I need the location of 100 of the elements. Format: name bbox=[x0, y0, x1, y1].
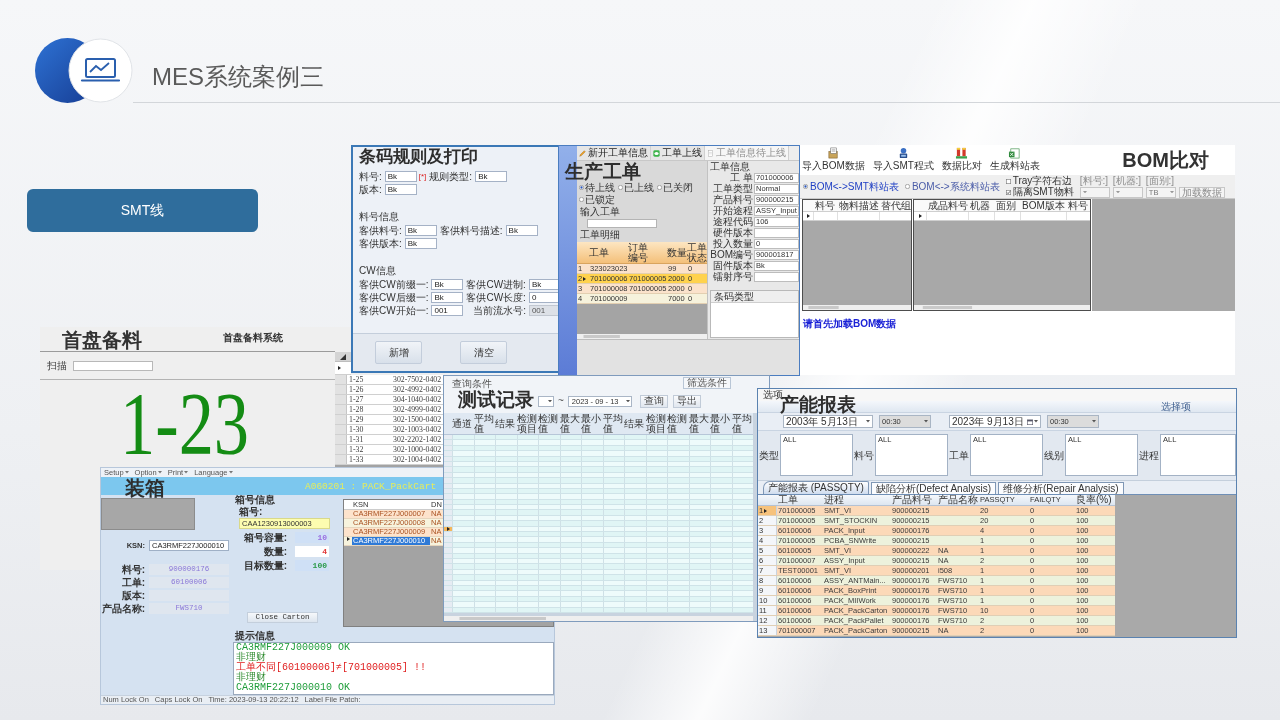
query-button[interactable]: 查询 bbox=[639, 394, 668, 408]
radio-option[interactable]: BOM<->SMT料站表 bbox=[803, 181, 899, 192]
horizontal-scrollbar[interactable] bbox=[914, 305, 1090, 310]
column-header: 工单状态 bbox=[687, 242, 707, 263]
field-label: 版本: bbox=[359, 184, 382, 195]
checkbox-option[interactable]: 隔离SMT物料 bbox=[1005, 187, 1074, 197]
checkbox-option[interactable]: Tray字符右边 bbox=[1005, 176, 1073, 186]
column-header: 物料描述 bbox=[838, 200, 879, 211]
date-picker[interactable]: 2023年 9月13日 bbox=[949, 415, 1041, 428]
table-row[interactable] bbox=[444, 467, 753, 473]
text-field[interactable]: Bk bbox=[404, 225, 437, 236]
toolbar-tab[interactable]: 新开工单信息 bbox=[577, 146, 651, 160]
table-row[interactable] bbox=[444, 494, 753, 500]
form-button[interactable]: 清空 bbox=[460, 341, 507, 364]
dropdown[interactable] bbox=[1079, 186, 1110, 198]
radio-option[interactable]: 已关闭 bbox=[657, 182, 693, 193]
table-row[interactable] bbox=[444, 521, 753, 527]
table-row[interactable] bbox=[803, 212, 911, 221]
column-header: 最小值 bbox=[710, 413, 731, 434]
text-field[interactable]: Bk bbox=[431, 279, 464, 290]
field-label: 线别 bbox=[1044, 450, 1064, 461]
toolbar-button[interactable]: 导入SMT程式 bbox=[872, 147, 934, 171]
field-label: 数量: bbox=[262, 546, 287, 557]
text-field[interactable]: Bk bbox=[384, 171, 417, 182]
field-label: 产品名称: bbox=[101, 603, 145, 614]
section-heading: 料号信息 bbox=[359, 211, 399, 222]
table-row[interactable] bbox=[444, 602, 753, 608]
query-button[interactable]: 导出 bbox=[672, 394, 701, 408]
column-header: BOM版本 bbox=[1021, 200, 1066, 211]
text-field[interactable]: Bk bbox=[431, 292, 464, 303]
field-label: 工单 bbox=[949, 450, 969, 461]
column-header: 替代组 bbox=[880, 200, 911, 211]
filter-button[interactable]: 筛选条件 bbox=[683, 377, 731, 389]
horizontal-scrollbar[interactable] bbox=[803, 305, 911, 310]
table-row[interactable] bbox=[444, 456, 753, 462]
log-line: 非理财 bbox=[236, 653, 266, 663]
caret-icon bbox=[157, 471, 162, 474]
table-row[interactable] bbox=[914, 212, 1090, 221]
date-field[interactable] bbox=[538, 395, 554, 407]
radio-option[interactable]: 已上线 bbox=[618, 182, 654, 193]
form-button[interactable]: 新增 bbox=[375, 341, 422, 364]
text-field[interactable]: 001 bbox=[431, 305, 464, 316]
required-mark: [*] bbox=[418, 172, 427, 181]
field-label: 查询条件 bbox=[452, 379, 492, 389]
horizontal-scrollbar[interactable] bbox=[577, 334, 707, 339]
field-label: 箱号: bbox=[239, 507, 263, 517]
text-field[interactable]: Bk bbox=[384, 184, 417, 195]
horizontal-scrollbar[interactable] bbox=[444, 616, 753, 621]
field-label: 箱号容量: bbox=[242, 532, 287, 543]
production-line-button[interactable]: SMT线 bbox=[27, 189, 258, 232]
dropdown[interactable] bbox=[1112, 186, 1143, 198]
input-field[interactable] bbox=[587, 219, 657, 228]
toolbar-tab[interactable]: 工单上线 bbox=[651, 146, 705, 160]
table-row[interactable] bbox=[444, 548, 753, 554]
tab[interactable]: 产能报表 (PASSQTY) bbox=[763, 481, 869, 494]
log-line: CA3RMF227J000009 OK bbox=[236, 643, 351, 653]
field-label: 客供料号描述: bbox=[439, 225, 503, 236]
toolbar-button[interactable]: 数据比对 bbox=[941, 147, 982, 171]
text-field[interactable]: 0 bbox=[528, 292, 558, 303]
text-field[interactable]: Bk bbox=[404, 238, 437, 249]
column-header: 通道 bbox=[452, 418, 473, 429]
table-row[interactable] bbox=[444, 451, 753, 457]
tab[interactable]: 缺陷分析(Defect Analysis) bbox=[870, 482, 996, 494]
text-field[interactable]: Bk bbox=[505, 225, 538, 236]
text-field[interactable] bbox=[754, 228, 799, 238]
toolbar-button[interactable]: 生成料站表 bbox=[989, 147, 1040, 171]
field-label: 客供CW前缀一: bbox=[359, 279, 429, 290]
field-label: [料号:] bbox=[1079, 175, 1110, 186]
table-row[interactable] bbox=[444, 537, 753, 543]
row-pointer-icon bbox=[918, 214, 922, 218]
table-row[interactable] bbox=[444, 564, 753, 570]
table-row[interactable] bbox=[444, 510, 753, 516]
table-row[interactable] bbox=[444, 440, 753, 446]
table-row[interactable] bbox=[444, 483, 753, 489]
table-row[interactable] bbox=[444, 607, 753, 613]
text-field[interactable]: Bk bbox=[475, 171, 508, 182]
caret-icon bbox=[548, 399, 552, 403]
radio-option[interactable]: 待上线 bbox=[579, 182, 615, 193]
scan-input-field[interactable] bbox=[73, 360, 153, 371]
triangle-icon bbox=[340, 353, 346, 360]
tab[interactable]: 维修分析(Repair Analysis) bbox=[997, 482, 1124, 494]
table-row[interactable] bbox=[444, 591, 753, 597]
table-row[interactable] bbox=[444, 478, 753, 484]
field-label: 固件版本 bbox=[712, 261, 753, 271]
field-label: 产品料号 bbox=[712, 195, 753, 205]
caret-icon bbox=[1115, 190, 1120, 194]
column-header: 检测项目 bbox=[516, 413, 538, 434]
field-label: 客供CW后缀一: bbox=[359, 292, 429, 303]
table-row[interactable] bbox=[444, 575, 753, 581]
column-header: 结果 bbox=[495, 418, 516, 429]
table-row[interactable] bbox=[444, 553, 753, 559]
table-row[interactable] bbox=[444, 580, 753, 586]
radio-option[interactable]: 已锁定 bbox=[579, 194, 615, 205]
column-header: 检测值 bbox=[667, 413, 688, 434]
radio-option[interactable]: BOM<->系统料站表 bbox=[904, 181, 1000, 192]
text-field[interactable] bbox=[754, 272, 799, 282]
toolbar-button[interactable]: 导入BOM数据 bbox=[802, 147, 865, 171]
slot-number: 1-23 bbox=[120, 380, 250, 468]
date-picker[interactable]: 2003年 5月13日 bbox=[783, 415, 873, 428]
column-header: 料号 bbox=[1067, 200, 1089, 211]
